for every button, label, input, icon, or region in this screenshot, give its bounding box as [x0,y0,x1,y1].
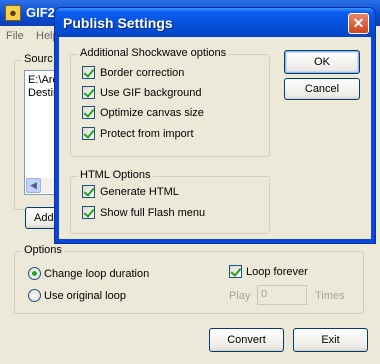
show-flash-menu-label: Show full Flash menu [100,207,206,219]
optimize-canvas-label: Optimize canvas size [100,107,204,119]
protect-import-checkbox[interactable] [82,127,95,140]
border-correction-label: Border correction [100,67,185,79]
dialog-body: Additional Shockwave options Border corr… [59,37,371,239]
change-loop-label: Change loop duration [44,268,150,280]
border-correction-checkbox[interactable] [82,66,95,79]
generate-html-label: Generate HTML [100,186,179,198]
source-group-label: Sourc [22,53,55,65]
protect-import-label: Protect from import [100,128,194,140]
generate-html-checkbox[interactable] [82,185,95,198]
use-gif-background-label: Use GIF background [100,87,202,99]
play-label: Play [229,290,251,302]
gif-app-icon: ☻ [5,5,21,21]
menu-file[interactable]: File [6,30,24,42]
shockwave-options-label: Additional Shockwave options [78,47,229,59]
html-options-group: HTML Options [70,169,270,234]
show-flash-menu-checkbox[interactable] [82,206,95,219]
ok-button[interactable]: OK [284,50,360,74]
scroll-left-icon[interactable]: ◀ [26,178,41,193]
main-window-title: GIF2 [26,5,55,20]
loop-forever-label: Loop forever [246,266,308,278]
loop-forever-checkbox[interactable] [229,265,242,278]
original-loop-label: Use original loop [44,290,126,302]
change-loop-radio[interactable] [28,267,41,280]
options-group: Options [14,244,364,314]
dialog-title-bar[interactable]: Publish Settings ✕ [55,8,375,37]
html-options-label: HTML Options [78,169,153,181]
convert-button[interactable]: Convert [209,328,284,352]
use-gif-background-checkbox[interactable] [82,86,95,99]
original-loop-radio[interactable] [28,289,41,302]
exit-button[interactable]: Exit [293,328,368,352]
times-label: Times [315,290,345,302]
close-icon[interactable]: ✕ [348,13,369,34]
dialog-title: Publish Settings [63,15,173,31]
publish-settings-dialog: Publish Settings ✕ Additional Shockwave … [54,7,376,244]
play-count-input[interactable]: 0 [257,285,307,305]
cancel-button[interactable]: Cancel [284,78,360,100]
optimize-canvas-checkbox[interactable] [82,106,95,119]
options-group-label: Options [22,244,64,256]
